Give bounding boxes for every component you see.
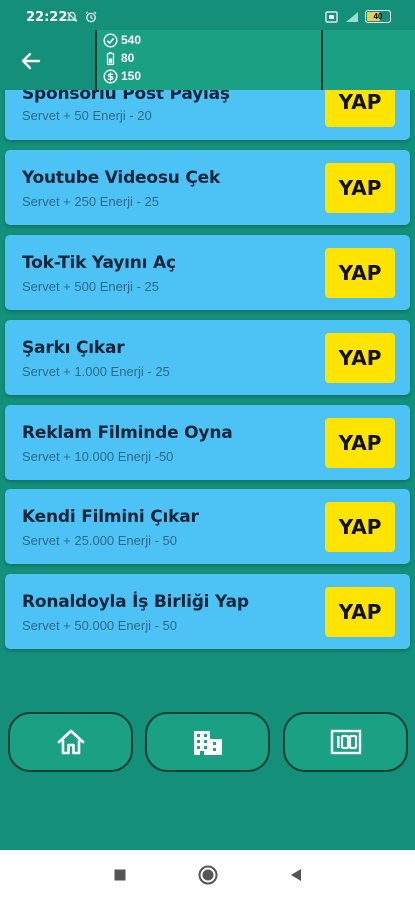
home-button[interactable]	[8, 712, 133, 772]
task-reward: Servet + 1.000 Enerji - 25	[22, 364, 170, 379]
battery-level: 40	[373, 12, 383, 21]
task-card: Youtube Videosu Çek Servet + 250 Enerji …	[5, 150, 410, 225]
score-button[interactable]	[283, 712, 408, 772]
buildings-button[interactable]	[145, 712, 270, 772]
task-card: Şarkı Çıkar Servet + 1.000 Enerji - 25 Y…	[5, 320, 410, 395]
task-reward: Servet + 10.000 Enerji -50	[22, 449, 174, 464]
recents-icon[interactable]	[113, 868, 127, 882]
task-title: Şarkı Çıkar	[22, 338, 125, 358]
back-triangle-icon[interactable]	[289, 867, 303, 883]
alarm-icon	[85, 11, 97, 23]
system-nav-bar	[0, 850, 415, 900]
task-title: Tok-Tik Yayını Aç	[22, 253, 176, 273]
task-title: Ronaldoyla İş Birliği Yap	[22, 592, 249, 612]
back-button[interactable]	[14, 44, 48, 78]
energy-stat: 80	[97, 49, 321, 67]
check-circle-icon	[103, 32, 118, 48]
battery-energy-icon	[106, 51, 115, 65]
mute-notification-icon	[66, 11, 78, 22]
followers-value: 540	[121, 33, 142, 47]
task-card: Ronaldoyla İş Birliği Yap Servet + 50.00…	[5, 574, 410, 649]
task-card: Reklam Filminde Oyna Servet + 10.000 Ene…	[5, 405, 410, 480]
money-value: 150	[121, 69, 142, 83]
do-task-button[interactable]: YAP	[325, 248, 395, 298]
stats-panel: 540 80 $ 150	[95, 30, 323, 90]
home-circle-icon[interactable]	[197, 864, 219, 886]
task-title: Kendi Filmini Çıkar	[22, 507, 199, 527]
bottom-nav	[0, 710, 415, 775]
task-card: Tok-Tik Yayını Aç Servet + 500 Enerji - …	[5, 235, 410, 310]
100-icon	[330, 729, 361, 755]
do-task-button[interactable]: YAP	[325, 587, 395, 637]
dollar-icon: $	[103, 68, 118, 84]
status-time: 22:22	[26, 10, 68, 25]
signal-icon	[346, 11, 358, 22]
task-card: Kendi Filmini Çıkar Servet + 25.000 Ener…	[5, 489, 410, 564]
do-task-button[interactable]: YAP	[325, 333, 395, 383]
do-task-button[interactable]: YAP	[325, 502, 395, 552]
building-icon	[193, 731, 222, 755]
do-task-button[interactable]: YAP	[325, 163, 395, 213]
task-reward: Servet + 50.000 Enerji - 50	[22, 618, 178, 633]
task-reward: Servet + 250 Enerji - 25	[22, 194, 159, 209]
battery-icon: 40	[365, 10, 391, 23]
sim-icon	[325, 10, 338, 23]
svg-text:$: $	[107, 72, 114, 83]
money-stat: $ 150	[97, 67, 321, 85]
task-reward: Servet + 500 Enerji - 25	[22, 279, 159, 294]
arrow-left-icon	[21, 52, 41, 70]
task-reward: Servet + 25.000 Enerji - 50	[22, 533, 178, 548]
task-reward: Servet + 50 Enerji - 20	[22, 108, 152, 123]
do-task-button[interactable]: YAP	[325, 418, 395, 468]
energy-value: 80	[121, 51, 135, 65]
task-title: Reklam Filminde Oyna	[22, 423, 233, 443]
app-bar: 540 80 $ 150	[0, 30, 415, 90]
stats-panel-extension	[323, 30, 415, 90]
home-icon	[57, 729, 84, 755]
followers-stat: 540	[97, 31, 321, 49]
status-bar: 22:22 40	[0, 0, 415, 34]
task-title: Youtube Videosu Çek	[22, 168, 221, 188]
